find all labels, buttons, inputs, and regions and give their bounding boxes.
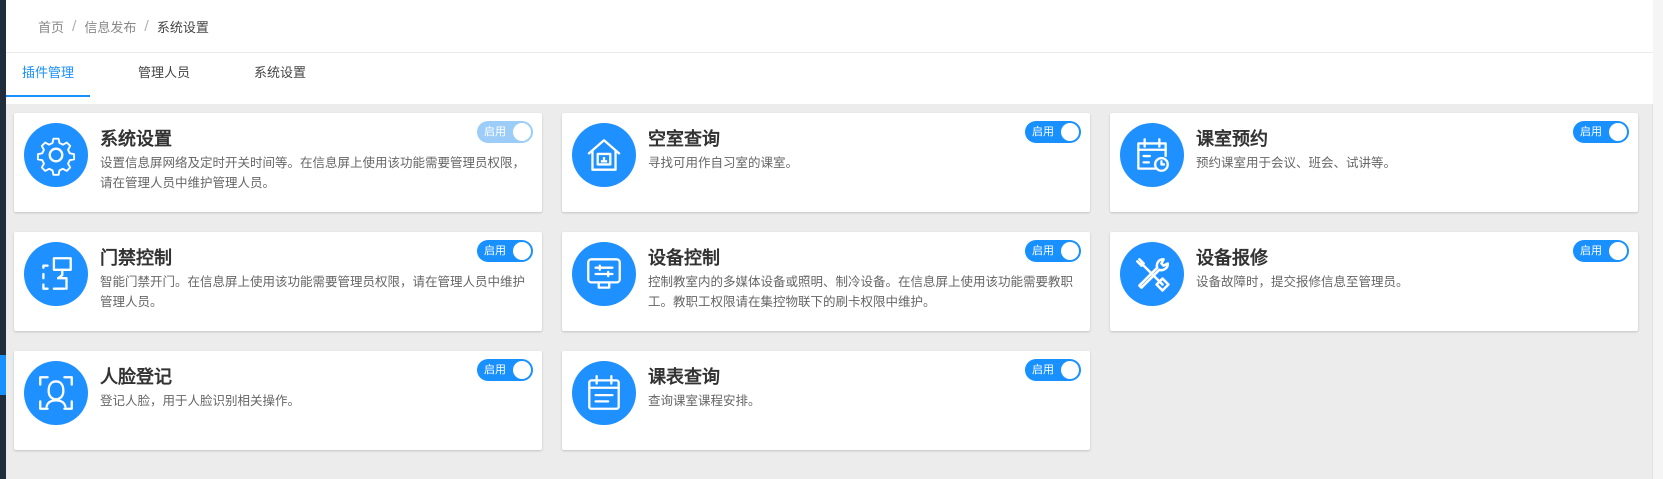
- plugin-description: 设置信息屏网络及定时开关时间等。在信息屏上使用该功能需要管理员权限，请在管理人员…: [100, 155, 526, 190]
- toggle-label: 启用: [1032, 363, 1054, 376]
- plugin-description: 登记人脸，用于人脸识别相关操作。: [100, 393, 301, 408]
- toggle-knob: [1061, 123, 1079, 141]
- toggle-label: 启用: [1032, 125, 1054, 138]
- room-house-icon: [572, 123, 636, 187]
- toggle-knob: [513, 361, 531, 379]
- timetable-icon: [572, 361, 636, 425]
- plugin-card-empty-room-search[interactable]: 空室查询 寻找可用作自习室的课室。 启用: [562, 113, 1090, 212]
- breadcrumb-separator: /: [144, 19, 149, 34]
- plugin-card-face-registration[interactable]: 人脸登记 登记人脸，用于人脸识别相关操作。 启用: [14, 351, 542, 450]
- plugin-title: 课表查询: [648, 367, 720, 388]
- calendar-clock-icon: [1120, 123, 1184, 187]
- toggle-label: 启用: [484, 244, 506, 257]
- plugin-title: 设备报修: [1196, 248, 1268, 269]
- toggle-label: 启用: [484, 125, 506, 138]
- tab-plugin-management[interactable]: 插件管理: [6, 53, 91, 97]
- plugin-card-classroom-booking[interactable]: 课室预约 预约课室用于会议、班会、试讲等。 启用: [1110, 113, 1638, 212]
- toggle-label: 启用: [1032, 244, 1054, 257]
- enable-toggle[interactable]: 启用: [1025, 359, 1081, 381]
- plugin-description: 设备故障时，提交报修信息至管理员。: [1196, 274, 1409, 289]
- toggle-knob: [1061, 242, 1079, 260]
- plugin-card-system-settings[interactable]: 系统设置 设置信息屏网络及定时开关时间等。在信息屏上使用该功能需要管理员权限，请…: [14, 113, 542, 212]
- plugin-description: 控制教室内的多媒体设备或照明、制冷设备。在信息屏上使用该功能需要教职工。教职工权…: [648, 274, 1074, 309]
- enable-toggle[interactable]: 启用: [1573, 121, 1629, 143]
- toggle-label: 启用: [1580, 244, 1602, 257]
- plugin-card-access-control[interactable]: 门禁控制 智能门禁开门。在信息屏上使用该功能需要管理员权限，请在管理人员中维护管…: [14, 232, 542, 331]
- plugin-grid: 系统设置 设置信息屏网络及定时开关时间等。在信息屏上使用该功能需要管理员权限，请…: [14, 113, 1642, 450]
- door-access-icon: [24, 242, 88, 306]
- enable-toggle[interactable]: 启用: [477, 121, 533, 143]
- plugin-title: 空室查询: [648, 129, 720, 150]
- toggle-knob: [513, 123, 531, 141]
- plugin-title: 人脸登记: [100, 367, 172, 388]
- sidebar-active-marker: [0, 355, 6, 395]
- toggle-label: 启用: [1580, 125, 1602, 138]
- breadcrumb-section[interactable]: 信息发布: [84, 17, 136, 36]
- tab-system-settings[interactable]: 系统设置: [238, 53, 322, 97]
- plugin-description: 预约课室用于会议、班会、试讲等。: [1196, 155, 1397, 170]
- plugin-title: 门禁控制: [100, 248, 172, 269]
- toggle-label: 启用: [484, 363, 506, 376]
- plugin-card-timetable-search[interactable]: 课表查询 查询课室课程安排。 启用: [562, 351, 1090, 450]
- plugin-title: 设备控制: [648, 248, 720, 269]
- monitor-control-icon: [572, 242, 636, 306]
- plugin-card-device-repair[interactable]: 设备报修 设备故障时，提交报修信息至管理员。 启用: [1110, 232, 1638, 331]
- face-scan-icon: [24, 361, 88, 425]
- scrollbar-track[interactable]: [1652, 0, 1663, 479]
- breadcrumb: 首页 / 信息发布 / 系统设置: [38, 17, 209, 36]
- tab-bar: 插件管理 管理人员 系统设置: [6, 53, 354, 97]
- toggle-knob: [1061, 361, 1079, 379]
- breadcrumb-separator: /: [72, 19, 77, 34]
- enable-toggle[interactable]: 启用: [477, 359, 533, 381]
- toggle-knob: [513, 242, 531, 260]
- plugin-title: 课室预约: [1196, 129, 1268, 150]
- breadcrumb-home[interactable]: 首页: [38, 17, 64, 36]
- plugin-card-device-control[interactable]: 设备控制 控制教室内的多媒体设备或照明、制冷设备。在信息屏上使用该功能需要教职工…: [562, 232, 1090, 331]
- plugin-title: 系统设置: [100, 129, 172, 150]
- plugin-description: 查询课室课程安排。: [648, 393, 761, 408]
- repair-tools-icon: [1120, 242, 1184, 306]
- gear-icon: [24, 123, 88, 187]
- enable-toggle[interactable]: 启用: [1573, 240, 1629, 262]
- toggle-knob: [1609, 242, 1627, 260]
- toggle-knob: [1609, 123, 1627, 141]
- plugin-description: 寻找可用作自习室的课室。: [648, 155, 799, 170]
- plugin-description: 智能门禁开门。在信息屏上使用该功能需要管理员权限，请在管理人员中维护管理人员。: [100, 274, 526, 309]
- enable-toggle[interactable]: 启用: [1025, 121, 1081, 143]
- enable-toggle[interactable]: 启用: [477, 240, 533, 262]
- enable-toggle[interactable]: 启用: [1025, 240, 1081, 262]
- tab-administrators[interactable]: 管理人员: [122, 53, 206, 97]
- breadcrumb-current: 系统设置: [156, 21, 209, 36]
- page-header: 首页 / 信息发布 / 系统设置 插件管理 管理人员 系统设置: [6, 0, 1653, 104]
